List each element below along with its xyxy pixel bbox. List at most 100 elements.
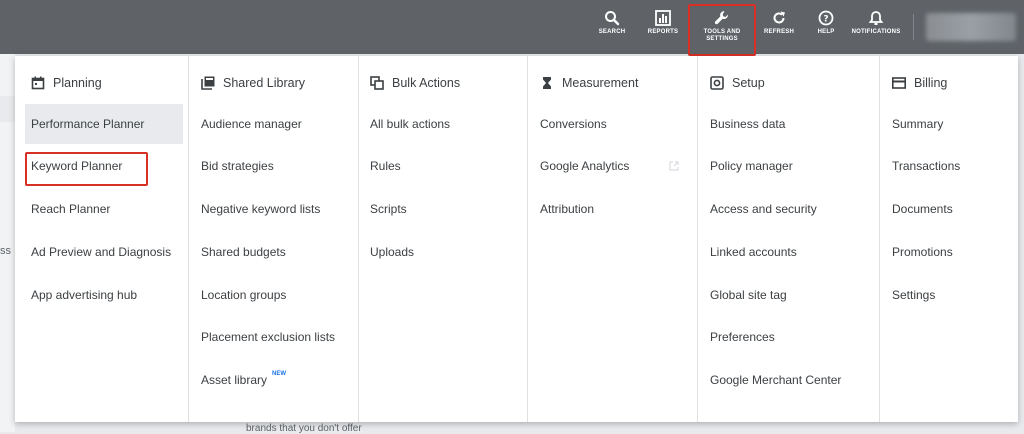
menu-item-uploads[interactable]: Uploads [364, 232, 522, 272]
setup-icon [710, 76, 724, 90]
menu-item-reach-planner[interactable]: Reach Planner [25, 189, 183, 229]
menu-item-label: Performance Planner [31, 117, 145, 131]
menu-item-policy-manager[interactable]: Policy manager [704, 146, 862, 186]
menu-item-global-site-tag[interactable]: Global site tag [704, 275, 862, 315]
menu-item-app-advertising-hub[interactable]: App advertising hub [25, 275, 183, 315]
menu-item-placement-exclusion-lists[interactable]: Placement exclusion lists [195, 317, 353, 357]
notifications-button[interactable]: NOTIFICATIONS [850, 10, 902, 36]
keyword-planner-highlight-box [25, 152, 148, 186]
menu-item-label: Settings [892, 288, 936, 302]
reports-icon [655, 10, 671, 26]
menu-item-access-and-security[interactable]: Access and security [704, 189, 862, 229]
menu-item-label: Documents [892, 202, 953, 216]
help-label: HELP [817, 29, 835, 35]
menu-item-rules[interactable]: Rules [364, 146, 522, 186]
column-heading-billing: Billing [892, 75, 947, 91]
column-planning: Planning Performance Planner Keyword Pla… [15, 56, 189, 422]
account-info-blurred[interactable] [926, 13, 1016, 41]
column-heading-planning: Planning [31, 75, 102, 91]
menu-item-label: Transactions [892, 159, 961, 173]
menu-item-attribution[interactable]: Attribution [534, 189, 692, 229]
menu-item-performance-planner[interactable]: Performance Planner [25, 104, 183, 144]
menu-item-label: Google Analytics [540, 159, 630, 173]
background-page-row [0, 96, 15, 122]
menu-item-label: Bid strategies [201, 159, 274, 173]
copy-icon [370, 76, 384, 90]
credit-card-icon [892, 77, 906, 89]
search-button[interactable]: SEARCH [586, 10, 638, 36]
menu-item-location-groups[interactable]: Location groups [195, 275, 353, 315]
menu-item-label: Linked accounts [710, 245, 797, 259]
column-bulk-actions: Bulk Actions All bulk actions Rules Scri… [359, 56, 528, 422]
menu-item-transactions[interactable]: Transactions [886, 146, 1012, 186]
menu-item-label: Negative keyword lists [201, 202, 321, 216]
menu-item-label: Ad Preview and Diagnosis [31, 245, 172, 259]
heading-label: Planning [53, 76, 102, 90]
menu-item-label: Business data [710, 117, 786, 131]
heading-label: Billing [914, 76, 948, 90]
menu-item-label: Access and security [710, 202, 817, 216]
bell-icon [868, 11, 884, 25]
menu-item-documents[interactable]: Documents [886, 189, 1012, 229]
column-measurement: Measurement Conversions Google Analytics… [528, 56, 698, 422]
menu-item-label: Location groups [201, 288, 287, 302]
menu-item-settings[interactable]: Settings [886, 275, 1012, 315]
menu-item-ad-preview-and-diagnosis[interactable]: Ad Preview and Diagnosis [25, 232, 183, 272]
menu-item-google-merchant-center[interactable]: Google Merchant Center [704, 360, 862, 400]
background-bottom-text: brands that you don't offer [246, 423, 362, 434]
menu-item-promotions[interactable]: Promotions [886, 232, 1012, 272]
column-heading-setup: Setup [710, 75, 765, 91]
refresh-label: REFRESH [763, 29, 795, 35]
menu-item-label: Audience manager [201, 117, 302, 131]
help-icon: ? [818, 10, 834, 26]
menu-item-label: App advertising hub [31, 288, 138, 302]
menu-item-label: All bulk actions [370, 117, 451, 131]
menu-item-label: Rules [370, 159, 401, 173]
menu-item-preferences[interactable]: Preferences [704, 317, 862, 357]
menu-item-label: Uploads [370, 245, 415, 259]
menu-item-label: Asset library [201, 373, 268, 387]
menu-item-label: Attribution [540, 202, 595, 216]
menu-item-bid-strategies[interactable]: Bid strategies [195, 146, 353, 186]
heading-label: Measurement [562, 76, 639, 90]
topbar-divider [913, 14, 914, 40]
menu-item-label: Shared budgets [201, 245, 286, 259]
top-navigation-bar: SEARCH REPORTS TOOLS AND SETTINGS REFRES… [0, 0, 1024, 56]
help-button[interactable]: ? HELP [800, 10, 852, 36]
hourglass-icon [543, 77, 551, 89]
menu-item-label: Global site tag [710, 288, 787, 302]
heading-label: Bulk Actions [392, 76, 461, 90]
tools-highlight-box [688, 4, 756, 56]
menu-item-negative-keyword-lists[interactable]: Negative keyword lists [195, 189, 353, 229]
refresh-icon [773, 11, 785, 24]
menu-item-label: Preferences [710, 330, 775, 344]
menu-item-audience-manager[interactable]: Audience manager [195, 104, 353, 144]
menu-item-asset-library[interactable]: Asset library NEW [195, 360, 353, 400]
reports-button[interactable]: REPORTS [637, 10, 689, 36]
menu-item-label: Policy manager [710, 159, 793, 173]
column-setup: Setup Business data Policy manager Acces… [698, 56, 880, 422]
menu-item-linked-accounts[interactable]: Linked accounts [704, 232, 862, 272]
calendar-icon [31, 76, 45, 90]
heading-label: Setup [732, 76, 765, 90]
menu-item-all-bulk-actions[interactable]: All bulk actions [364, 104, 522, 144]
search-label: SEARCH [598, 29, 626, 35]
column-billing: Billing Summary Transactions Documents P… [880, 56, 1018, 422]
column-heading-bulk-actions: Bulk Actions [370, 75, 460, 91]
column-heading-measurement: Measurement [540, 75, 638, 91]
search-icon [605, 11, 620, 26]
menu-item-label: Reach Planner [31, 202, 111, 216]
menu-item-business-data[interactable]: Business data [704, 104, 862, 144]
external-link-icon [669, 161, 679, 171]
tools-and-settings-menu: Planning Performance Planner Keyword Pla… [15, 56, 1018, 422]
heading-label: Shared Library [223, 76, 305, 90]
column-heading-shared-library: Shared Library [201, 75, 305, 91]
menu-item-conversions[interactable]: Conversions [534, 104, 692, 144]
menu-item-label: Conversions [540, 117, 607, 131]
menu-item-summary[interactable]: Summary [886, 104, 1012, 144]
menu-item-google-analytics[interactable]: Google Analytics [534, 146, 692, 186]
refresh-button[interactable]: REFRESH [753, 10, 805, 36]
menu-item-scripts[interactable]: Scripts [364, 189, 522, 229]
menu-item-shared-budgets[interactable]: Shared budgets [195, 232, 353, 272]
reports-label: REPORTS [647, 29, 679, 35]
